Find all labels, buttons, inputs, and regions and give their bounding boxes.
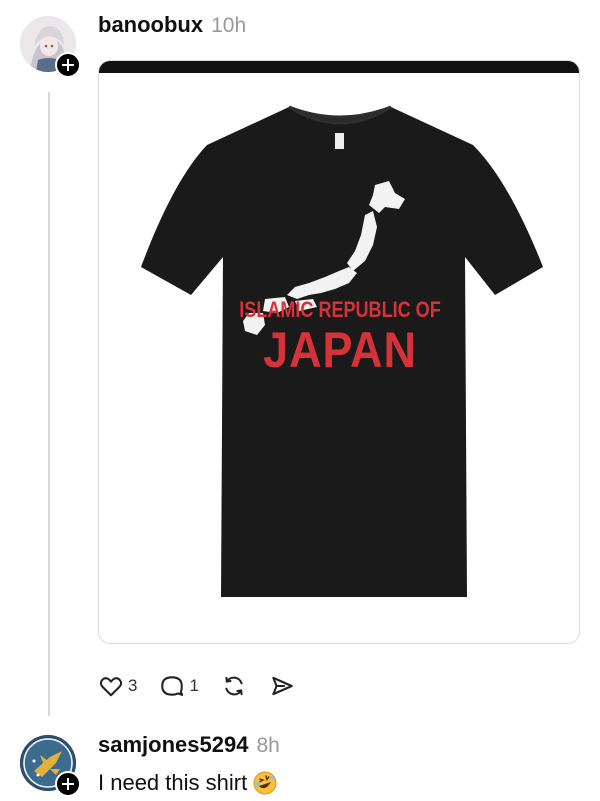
shirt-text-line1: ISLAMIC REPUBLIC OF: [239, 297, 441, 322]
shirt-text-line2: JAPAN: [263, 322, 417, 378]
reply-body: I need this shirt: [98, 770, 277, 796]
reply-header: samjones5294 8h: [98, 732, 280, 758]
post-header: banoobux 10h: [98, 12, 246, 38]
heart-icon: [98, 673, 124, 699]
comment-icon: [159, 673, 185, 699]
rolling-on-floor-laughing-emoji-icon: [253, 771, 277, 795]
reply-count: 1: [189, 676, 199, 695]
repost-button[interactable]: [221, 673, 247, 699]
post-image[interactable]: ISLAMIC REPUBLIC OF JAPAN: [98, 60, 580, 644]
like-button[interactable]: 3: [98, 673, 137, 699]
share-button[interactable]: [269, 673, 295, 699]
follow-plus-icon[interactable]: [55, 52, 81, 78]
like-count: 3: [128, 676, 138, 695]
reply-button[interactable]: 1: [159, 673, 199, 699]
post-actions: 3 1: [98, 668, 317, 704]
author-username[interactable]: banoobux: [98, 12, 203, 38]
post-timestamp[interactable]: 10h: [211, 14, 246, 38]
thread-line: [48, 92, 50, 716]
repost-icon: [221, 673, 247, 699]
follow-plus-icon[interactable]: [55, 771, 81, 797]
share-icon: [269, 673, 295, 699]
reply-timestamp[interactable]: 8h: [256, 734, 279, 758]
reply-author-username[interactable]: samjones5294: [98, 732, 248, 758]
reply-text: I need this shirt: [98, 770, 248, 795]
